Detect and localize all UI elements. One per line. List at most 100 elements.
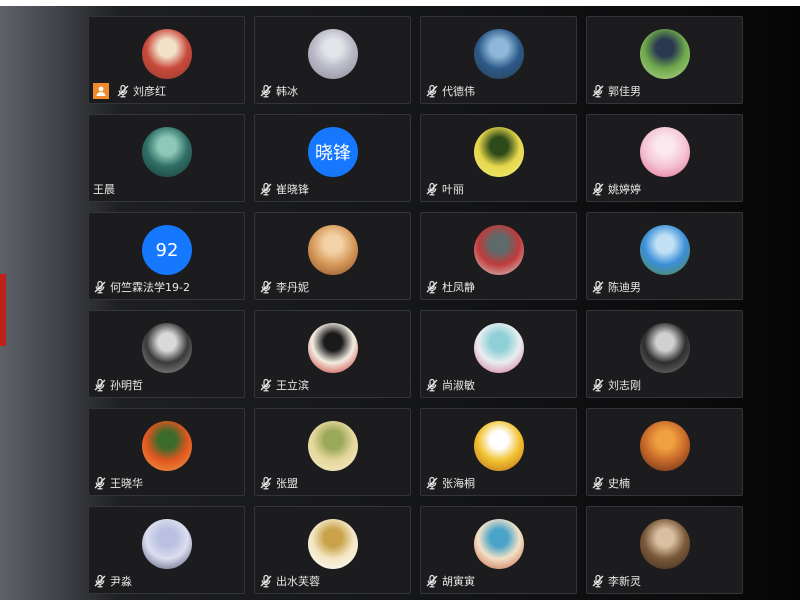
participant-tile[interactable]: 王立滨 — [254, 310, 411, 398]
participant-name: 王立滨 — [276, 379, 309, 392]
participant-label: 王立滨 — [259, 376, 313, 394]
avatar-initials: 92 — [142, 225, 192, 275]
participant-label: 崔晓锋 — [259, 180, 313, 198]
participant-tile[interactable]: 尚淑敏 — [420, 310, 577, 398]
portrait-photo — [142, 29, 192, 79]
mic-muted-icon — [259, 476, 273, 490]
mic-muted-icon — [93, 574, 107, 588]
mic-muted-icon — [93, 378, 107, 392]
participant-tile[interactable]: 张海桐 — [420, 408, 577, 496]
participant-name: 李新灵 — [608, 575, 641, 588]
participant-label: 姚婷婷 — [591, 180, 645, 198]
anime-illustration — [640, 127, 690, 177]
participant-name: 陈迪男 — [608, 281, 641, 294]
participant-name: 胡寅寅 — [442, 575, 475, 588]
mic-muted-icon — [425, 280, 439, 294]
participant-name: 刘志刚 — [608, 379, 641, 392]
portrait-photo — [308, 225, 358, 275]
participant-label: 代德伟 — [425, 82, 479, 100]
avatar-text: 92 — [155, 239, 179, 261]
participant-tile[interactable]: 张盟 — [254, 408, 411, 496]
participant-name: 史楠 — [608, 477, 630, 490]
participant-tile[interactable]: 王晨 — [88, 114, 245, 202]
participant-label: 王晓华 — [93, 474, 147, 492]
participant-name: 刘彦红 — [133, 85, 166, 98]
participant-name: 尹淼 — [110, 575, 132, 588]
participant-name: 出水芙蓉 — [276, 575, 320, 588]
participant-name: 郭佳男 — [608, 85, 641, 98]
participant-name: 何竺霖法学19-2 — [110, 281, 190, 294]
participant-tile[interactable]: 郭佳男 — [586, 16, 743, 104]
participant-label: 胡寅寅 — [425, 572, 479, 590]
meeting-gallery-view: 刘彦红 韩冰 代德伟 郭佳男 王晨 晓锋 崔晓锋 叶丽 姚婷婷 92 何竺霖法学19-2 李丹妮 杜凤静… — [0, 6, 800, 600]
participant-tile[interactable]: 晓锋崔晓锋 — [254, 114, 411, 202]
participant-label: 孙明哲 — [93, 376, 147, 394]
participant-name: 叶丽 — [442, 183, 464, 196]
participant-label: 杜凤静 — [425, 278, 479, 296]
participant-label: 尹淼 — [93, 572, 136, 590]
participant-tile[interactable]: 92 何竺霖法学19-2 — [88, 212, 245, 300]
participant-name: 张盟 — [276, 477, 298, 490]
side-panel-edge[interactable] — [0, 274, 6, 346]
avatar-text: 晓锋 — [315, 143, 351, 164]
participant-tile[interactable]: 史楠 — [586, 408, 743, 496]
minimal-image — [142, 519, 192, 569]
mic-muted-icon — [425, 182, 439, 196]
mic-muted-icon — [425, 574, 439, 588]
mic-muted-icon — [591, 574, 605, 588]
gallery-photo — [640, 421, 690, 471]
participant-label: 韩冰 — [259, 82, 302, 100]
participant-tile[interactable]: 刘彦红 — [88, 16, 245, 104]
participant-label: 刘志刚 — [591, 376, 645, 394]
participant-name: 张海桐 — [442, 477, 475, 490]
mic-muted-icon — [259, 378, 273, 392]
participant-tile[interactable]: 姚婷婷 — [586, 114, 743, 202]
giraffe-illustration — [474, 421, 524, 471]
mic-muted-icon — [116, 84, 130, 98]
participant-name: 王晓华 — [110, 477, 143, 490]
participant-name: 孙明哲 — [110, 379, 143, 392]
participant-tile[interactable]: 李丹妮 — [254, 212, 411, 300]
participant-label: 郭佳男 — [591, 82, 645, 100]
flower-photo — [142, 421, 192, 471]
participant-label: 张盟 — [259, 474, 302, 492]
participant-label: 王晨 — [93, 180, 119, 198]
calligraphy-image — [308, 323, 358, 373]
illustration — [474, 225, 524, 275]
illustration — [474, 323, 524, 373]
participant-label: 叶丽 — [425, 180, 468, 198]
host-badge-icon — [93, 83, 109, 99]
participant-name: 尚淑敏 — [442, 379, 475, 392]
participant-name: 崔晓锋 — [276, 183, 309, 196]
mic-muted-icon — [591, 476, 605, 490]
participant-tile[interactable]: 孙明哲 — [88, 310, 245, 398]
mic-muted-icon — [259, 280, 273, 294]
participant-tile[interactable]: 胡寅寅 — [420, 506, 577, 594]
participant-tile[interactable]: 尹淼 — [88, 506, 245, 594]
participant-label: 何竺霖法学19-2 — [93, 278, 194, 296]
avatar-initials: 晓锋 — [308, 127, 358, 177]
participant-tile[interactable]: 出水芙蓉 — [254, 506, 411, 594]
landscape-photo — [640, 225, 690, 275]
portrait-photo — [640, 519, 690, 569]
participant-tile[interactable]: 代德伟 — [420, 16, 577, 104]
participant-tile[interactable]: 王晓华 — [88, 408, 245, 496]
participant-label: 尚淑敏 — [425, 376, 479, 394]
illustration — [142, 127, 192, 177]
participant-tile[interactable]: 刘志刚 — [586, 310, 743, 398]
portrait-photo — [142, 323, 192, 373]
participant-name: 韩冰 — [276, 85, 298, 98]
mic-muted-icon — [93, 280, 107, 294]
mic-muted-icon — [259, 84, 273, 98]
mic-muted-icon — [259, 182, 273, 196]
participant-label: 陈迪男 — [591, 278, 645, 296]
participant-name: 姚婷婷 — [608, 183, 641, 196]
mic-muted-icon — [425, 378, 439, 392]
participant-tile[interactable]: 杜凤静 — [420, 212, 577, 300]
participant-tile[interactable]: 叶丽 — [420, 114, 577, 202]
participant-tile[interactable]: 李新灵 — [586, 506, 743, 594]
portrait-photo — [308, 29, 358, 79]
participant-tile[interactable]: 陈迪男 — [586, 212, 743, 300]
mic-muted-icon — [425, 476, 439, 490]
participant-tile[interactable]: 韩冰 — [254, 16, 411, 104]
